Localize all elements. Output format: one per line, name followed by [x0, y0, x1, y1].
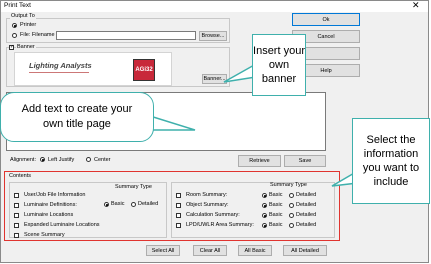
contents-callout: Select the information you want to inclu… [352, 118, 430, 204]
banner-callout: Insert your own banner [252, 34, 306, 96]
title-page-callout: Add text to create your own title page [0, 92, 154, 142]
title-callout-pointer [149, 114, 196, 131]
